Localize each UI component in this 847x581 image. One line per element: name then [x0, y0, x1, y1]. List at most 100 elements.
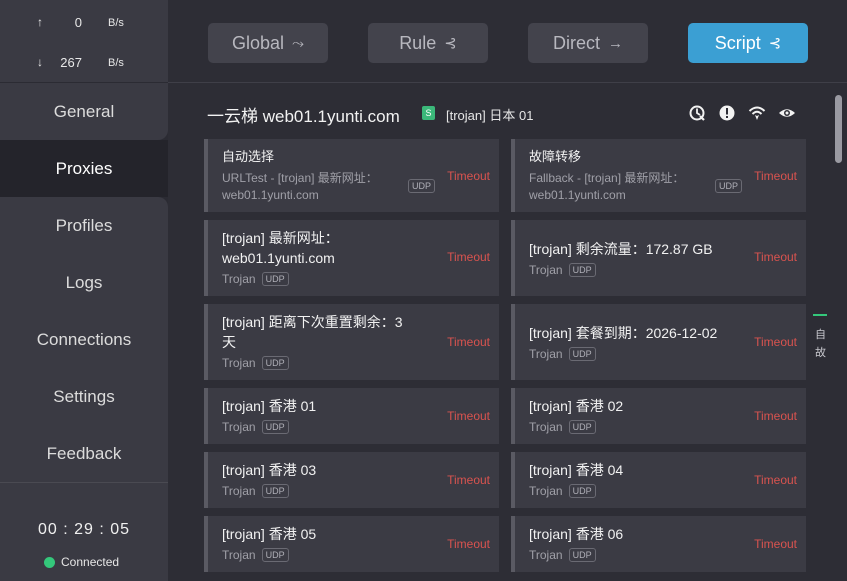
arrow-right-icon: →: [608, 34, 623, 52]
info-icon[interactable]: [718, 104, 736, 122]
mode-global-button[interactable]: Global ⤳: [208, 23, 328, 63]
proxy-name: [trojan] 最新网址：web01.1yunti.com: [222, 230, 339, 266]
proxy-type-row: Trojan UDP: [222, 484, 289, 498]
mode-script-button[interactable]: Script ⊰: [688, 23, 808, 63]
proxy-name: [trojan] 香港 06: [529, 526, 624, 542]
proxy-type: Trojan: [222, 484, 256, 498]
nav-connections[interactable]: Connections: [0, 311, 168, 368]
proxy-card[interactable]: [trojan] 香港 02 Trojan UDP Timeout: [511, 388, 806, 444]
proxy-delay[interactable]: Timeout: [754, 409, 797, 423]
udp-badge: UDP: [715, 179, 743, 193]
proxy-card[interactable]: [trojan] 剩余流量：172.87 GB Trojan UDP Timeo…: [511, 220, 806, 296]
proxy-type: Fallback - [trojan] 最新网址：web01.1yunti.co…: [529, 171, 685, 202]
proxy-delay[interactable]: Timeout: [447, 169, 490, 183]
proxy-type-row: Trojan UDP: [529, 548, 596, 562]
proxy-delay[interactable]: Timeout: [754, 473, 797, 487]
proxy-delay[interactable]: Timeout: [447, 409, 490, 423]
download-speed: ↓ 267 B/s: [0, 55, 168, 75]
shuffle-icon: ⤳: [292, 34, 305, 52]
mode-direct-label: Direct: [552, 32, 600, 53]
group-index-marker: [813, 314, 827, 316]
sidebar: ↑ 0 B/s ↓ 267 B/s General Proxies Profil…: [0, 0, 168, 581]
nav-feedback[interactable]: Feedback: [0, 425, 168, 482]
nav-proxies[interactable]: Proxies: [0, 140, 168, 197]
proxy-name: [trojan] 香港 01: [222, 398, 317, 414]
proxy-type-row: Trojan UDP: [529, 263, 596, 277]
proxy-name: [trojan] 剩余流量：172.87 GB: [529, 241, 713, 257]
proxy-delay[interactable]: Timeout: [754, 335, 797, 349]
group-type-badge: S: [422, 106, 435, 120]
proxy-card[interactable]: [trojan] 香港 03 Trojan UDP Timeout: [204, 452, 499, 508]
udp-badge: UDP: [261, 420, 289, 434]
download-unit: B/s: [108, 57, 124, 69]
mode-rule-label: Rule: [399, 32, 437, 53]
udp-badge: UDP: [261, 484, 289, 498]
scrollbar-thumb[interactable]: [835, 95, 842, 163]
nav-settings[interactable]: Settings: [0, 368, 168, 425]
proxy-name: [trojan] 香港 02: [529, 398, 624, 414]
proxy-card[interactable]: [trojan] 香港 06 Trojan UDP Timeout: [511, 516, 806, 572]
status-panel: 00 : 29 : 05 Connected: [0, 482, 168, 581]
branch-icon: ⊰: [444, 35, 457, 52]
proxy-type-row: Trojan UDP: [222, 420, 289, 434]
proxy-delay[interactable]: Timeout: [447, 335, 490, 349]
upload-speed: ↑ 0 B/s: [0, 15, 168, 35]
latency-test-icon[interactable]: [688, 104, 706, 122]
proxy-card[interactable]: 故障转移 Fallback - [trojan] 最新网址：web01.1yun…: [511, 139, 806, 212]
proxy-type-row: Trojan UDP: [222, 356, 289, 370]
eye-icon[interactable]: [778, 104, 796, 122]
proxy-card[interactable]: [trojan] 香港 04 Trojan UDP Timeout: [511, 452, 806, 508]
proxy-delay[interactable]: Timeout: [754, 169, 797, 183]
proxy-type: Trojan: [222, 548, 256, 562]
udp-badge: UDP: [261, 356, 289, 370]
proxy-type: Trojan: [222, 420, 256, 434]
udp-badge: UDP: [261, 548, 289, 562]
udp-badge: UDP: [568, 548, 596, 562]
proxy-type-row: Trojan UDP: [222, 548, 289, 562]
branch-icon: ⊰: [768, 35, 782, 52]
nav-general[interactable]: General: [0, 83, 168, 140]
proxy-name: [trojan] 距离下次重置剩余：3 天: [222, 314, 403, 350]
proxy-card[interactable]: [trojan] 香港 01 Trojan UDP Timeout: [204, 388, 499, 444]
proxy-type: Trojan: [529, 263, 563, 277]
mode-global-label: Global: [231, 32, 284, 53]
proxy-card[interactable]: 自动选择 URLTest - [trojan] 最新网址：web01.1yunt…: [204, 139, 499, 212]
proxy-card[interactable]: [trojan] 套餐到期：2026-12-02 Trojan UDP Time…: [511, 304, 806, 380]
proxy-type-row: Trojan UDP: [529, 347, 596, 361]
mode-bar: Global ⤳ Rule ⊰ Direct → Script ⊰: [168, 0, 847, 83]
proxy-type-row: Trojan UDP: [222, 272, 289, 286]
download-value: 267: [60, 55, 82, 70]
proxy-type: Trojan: [529, 548, 563, 562]
proxy-type: Trojan: [529, 420, 563, 434]
proxy-type: URLTest - [trojan] 最新网址：web01.1yunti.com: [222, 171, 378, 202]
mode-script-label: Script: [714, 32, 761, 53]
group-index-item[interactable]: 故: [815, 344, 826, 362]
proxy-type: Trojan: [222, 356, 256, 370]
proxy-delay[interactable]: Timeout: [754, 250, 797, 264]
nav-profiles[interactable]: Profiles: [0, 197, 168, 254]
udp-badge: UDP: [568, 263, 596, 277]
proxy-delay[interactable]: Timeout: [754, 537, 797, 551]
proxy-type-row: Trojan UDP: [529, 420, 596, 434]
mode-rule-button[interactable]: Rule ⊰: [368, 23, 488, 63]
nav-logs[interactable]: Logs: [0, 254, 168, 311]
proxy-delay[interactable]: Timeout: [447, 473, 490, 487]
mode-direct-button[interactable]: Direct →: [528, 23, 648, 63]
connected-dot-icon: [44, 556, 55, 568]
wifi-icon[interactable]: [748, 104, 766, 122]
proxy-card[interactable]: [trojan] 距离下次重置剩余：3 天 Trojan UDP Timeout: [204, 304, 499, 380]
proxy-name: 自动选择: [222, 149, 275, 164]
proxy-delay[interactable]: Timeout: [447, 537, 490, 551]
group-index-item[interactable]: 自: [815, 326, 826, 344]
proxy-name: [trojan] 香港 05: [222, 526, 317, 542]
upload-value: 0: [74, 15, 82, 30]
proxy-name: 故障转移: [529, 149, 582, 164]
proxy-name: [trojan] 香港 03: [222, 462, 317, 478]
proxy-card[interactable]: [trojan] 最新网址：web01.1yunti.com Trojan UD…: [204, 220, 499, 296]
proxy-card[interactable]: [trojan] 香港 05 Trojan UDP Timeout: [204, 516, 499, 572]
proxy-group-title[interactable]: 一云梯 web01.1yunti.com: [207, 102, 400, 127]
group-index[interactable]: 自 故: [815, 326, 826, 362]
udp-badge: UDP: [568, 484, 596, 498]
proxy-delay[interactable]: Timeout: [447, 250, 490, 264]
udp-badge: UDP: [568, 420, 596, 434]
